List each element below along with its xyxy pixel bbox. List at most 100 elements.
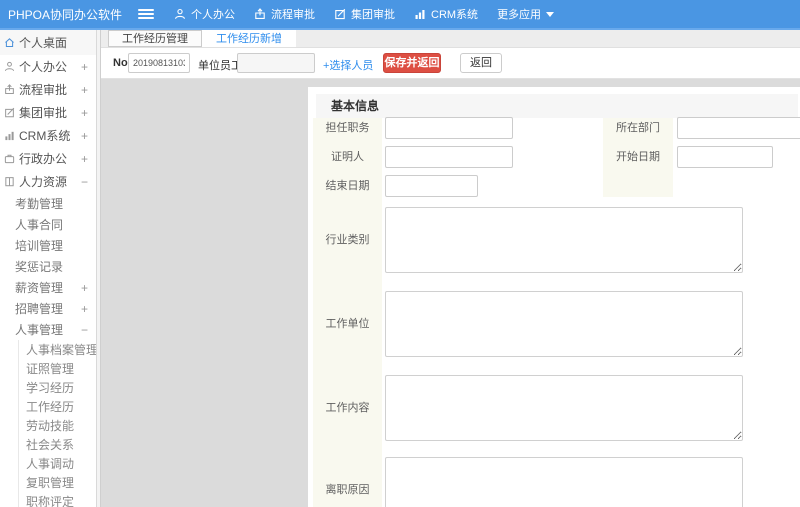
sidebar-item-study-experience[interactable]: 学习经历 — [18, 378, 96, 397]
nav-group-approval[interactable]: 集团审批 — [334, 6, 395, 22]
sidebar-item-label: 行政办公 — [19, 152, 68, 166]
witness-label: 证明人 — [331, 151, 364, 163]
sidebar-item-label: 考勤管理 — [15, 197, 64, 211]
sidebar-item-certificate-mgmt[interactable]: 证照管理 — [18, 359, 96, 378]
collapse-icon[interactable]: − — [81, 176, 88, 188]
form-panel: 基本信息 担任职务 所在部门 证明人 开始日期 结束日期 行业类别 工作单位 工… — [308, 87, 800, 507]
sidebar-item-admin-office[interactable]: 行政办公 + — [0, 147, 96, 170]
company-textarea[interactable] — [385, 291, 743, 357]
sidebar-item-label: 招聘管理 — [15, 302, 64, 316]
work-area: 基本信息 担任职务 所在部门 证明人 开始日期 结束日期 行业类别 工作单位 工… — [101, 79, 800, 507]
sidebar-item-label: 复职管理 — [26, 476, 75, 490]
sidebar-item-recruitment-mgmt[interactable]: 招聘管理 + — [0, 298, 96, 319]
sidebar-item-title-evaluation[interactable]: 职称评定 — [18, 492, 96, 507]
chart-icon — [4, 130, 19, 141]
nav-item-label: 流程审批 — [271, 9, 315, 21]
sidebar-item-personal-office[interactable]: 个人办公 + — [0, 55, 96, 78]
witness-input[interactable] — [385, 146, 513, 168]
start-date-label: 开始日期 — [616, 151, 660, 163]
expand-icon[interactable]: + — [81, 84, 88, 96]
expand-icon[interactable]: + — [81, 303, 88, 315]
sidebar-item-label: 社会关系 — [26, 438, 75, 452]
sidebar-item-label: 人事档案管理 — [26, 343, 97, 357]
form-toolbar: No: 单位员工: +选择人员 保存并返回 返回 — [101, 48, 800, 79]
nav-item-label: 个人办公 — [191, 9, 235, 21]
top-nav-menu: 个人办公 流程审批 集团审批 CRM系统 更多应用 — [174, 6, 573, 22]
org-icon — [4, 176, 19, 187]
app-title: PHPOA协同办公软件 — [8, 7, 123, 22]
sidebar-item-label: 人力资源 — [19, 175, 68, 189]
tab-work-experience-mgmt[interactable]: 工作经历管理 — [108, 30, 202, 47]
home-icon — [4, 37, 19, 48]
tab-work-experience-new[interactable]: 工作经历新增 — [202, 30, 296, 47]
hamburger-menu-icon[interactable] — [138, 9, 154, 19]
job-content-textarea[interactable] — [385, 375, 743, 441]
leave-reason-textarea[interactable] — [385, 457, 743, 507]
expand-icon[interactable]: + — [81, 130, 88, 142]
department-input[interactable] — [677, 117, 800, 139]
sidebar-item-hr-contract[interactable]: 人事合同 — [0, 214, 96, 235]
expand-icon[interactable]: + — [81, 61, 88, 73]
sidebar-item-attendance-mgmt[interactable]: 考勤管理 — [0, 193, 96, 214]
sidebar-item-label: 学习经历 — [26, 381, 75, 395]
chart-icon — [414, 8, 426, 20]
caret-down-icon — [546, 11, 555, 17]
sidebar-item-human-resources[interactable]: 人力资源 − — [0, 170, 96, 193]
end-date-label: 结束日期 — [325, 180, 370, 192]
back-button[interactable]: 返回 — [460, 53, 502, 73]
nav-item-label: CRM系统 — [431, 9, 479, 21]
start-date-input[interactable] — [677, 146, 773, 168]
sidebar-item-label: 培训管理 — [15, 239, 64, 253]
sidebar-item-labor-skills[interactable]: 劳动技能 — [18, 416, 96, 435]
sidebar-item-group-approval[interactable]: 集团审批 + — [0, 101, 96, 124]
section-header: 基本信息 — [316, 94, 798, 118]
sidebar-item-crm-system[interactable]: CRM系统 + — [0, 124, 96, 147]
department-label: 所在部门 — [616, 122, 660, 134]
expand-icon[interactable]: + — [81, 107, 88, 119]
collapse-icon[interactable]: − — [81, 324, 88, 336]
sidebar-item-label: 个人办公 — [19, 60, 68, 74]
nav-item-label: 集团审批 — [351, 9, 395, 21]
flow-icon — [254, 8, 266, 20]
employee-input[interactable] — [237, 53, 315, 73]
briefcase-icon — [4, 153, 19, 164]
section-title: 基本信息 — [331, 99, 380, 113]
nav-crm-system[interactable]: CRM系统 — [414, 6, 478, 22]
save-and-return-button[interactable]: 保存并返回 — [383, 53, 441, 73]
leave-reason-label: 离职原因 — [325, 484, 370, 496]
flow-icon — [4, 84, 19, 95]
nav-workflow-approval[interactable]: 流程审批 — [254, 6, 315, 22]
tab-bar: 工作经历管理 工作经历新增 — [101, 30, 800, 48]
nav-more-apps[interactable]: 更多应用 — [497, 6, 555, 22]
sidebar-item-personnel-transfer[interactable]: 人事调动 — [18, 454, 96, 473]
expand-icon[interactable]: + — [81, 282, 88, 294]
sidebar-item-label: 人事管理 — [15, 323, 64, 337]
sidebar: 个人桌面 个人办公 + 流程审批 + 集团审批 + CRM系统 + 行政办公 + — [0, 30, 97, 507]
sidebar-item-label: 人事调动 — [26, 457, 75, 471]
sidebar-item-social-relations[interactable]: 社会关系 — [18, 435, 96, 454]
sidebar-item-label: CRM系统 — [19, 129, 71, 143]
no-input[interactable] — [128, 53, 190, 73]
end-date-input[interactable] — [385, 175, 478, 197]
sidebar-item-label: 人事合同 — [15, 218, 64, 232]
sidebar-item-workflow-approval[interactable]: 流程审批 + — [0, 78, 96, 101]
sidebar-item-work-experience[interactable]: 工作经历 — [18, 397, 96, 416]
sidebar-item-label: 证照管理 — [26, 362, 75, 376]
expand-icon[interactable]: + — [81, 153, 88, 165]
sidebar-item-personnel-mgmt[interactable]: 人事管理 − — [0, 319, 96, 340]
top-navbar: PHPOA协同办公软件 个人办公 流程审批 集团审批 CRM系统 更多应用 — [0, 0, 800, 30]
company-label: 工作单位 — [325, 318, 370, 330]
sidebar-item-personnel-archive[interactable]: 人事档案管理 — [18, 340, 96, 359]
edit-icon — [334, 8, 346, 20]
sidebar-item-reinstatement-mgmt[interactable]: 复职管理 — [18, 473, 96, 492]
sidebar-item-label: 流程审批 — [19, 83, 68, 97]
sidebar-item-reward-punishment[interactable]: 奖惩记录 — [0, 256, 96, 277]
position-input[interactable] — [385, 117, 513, 139]
nav-item-label: 更多应用 — [497, 9, 542, 21]
industry-textarea[interactable] — [385, 207, 743, 273]
sidebar-item-training-mgmt[interactable]: 培训管理 — [0, 235, 96, 256]
nav-personal-office[interactable]: 个人办公 — [174, 6, 235, 22]
sidebar-item-personal-desktop[interactable]: 个人桌面 — [0, 30, 96, 55]
select-person-link[interactable]: +选择人员 — [323, 57, 373, 73]
sidebar-item-salary-mgmt[interactable]: 薪资管理 + — [0, 277, 96, 298]
